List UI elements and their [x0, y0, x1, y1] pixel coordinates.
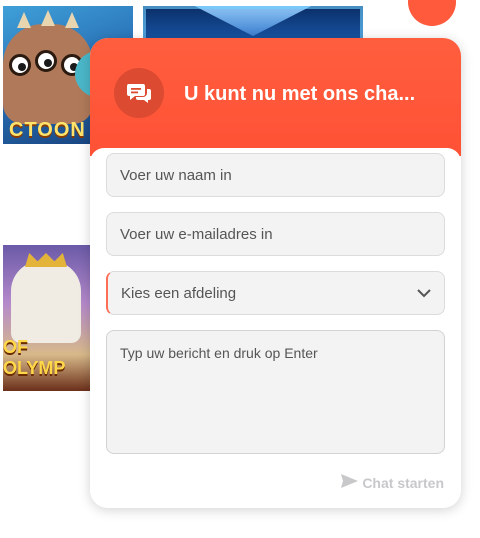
page: CTOON OF OLYMP U kunt nu met ons cha... — [0, 0, 480, 538]
chat-bubbles-icon — [114, 68, 164, 118]
send-icon — [341, 474, 359, 491]
game-tile-olympus[interactable]: OF OLYMP — [3, 245, 91, 391]
chat-form: Voer uw naam in Voer uw e-mailadres in K… — [90, 148, 461, 508]
name-input-placeholder: Voer uw naam in — [120, 166, 232, 184]
crown-illustration — [25, 253, 67, 267]
name-input[interactable]: Voer uw naam in — [106, 153, 445, 197]
start-chat-label: Chat starten — [362, 474, 444, 491]
start-chat-button[interactable]: Chat starten — [341, 474, 444, 491]
chat-widget: U kunt nu met ons cha... Voer uw naam in… — [90, 38, 461, 508]
department-select[interactable]: Kies een afdeling — [106, 271, 445, 315]
chevron-down-icon — [417, 286, 431, 300]
department-select-placeholder: Kies een afdeling — [121, 284, 237, 302]
message-textarea-placeholder: Typ uw bericht en druk op Enter — [120, 345, 318, 361]
chat-header-title: U kunt nu met ons cha... — [184, 83, 416, 105]
chat-launcher-button[interactable] — [408, 0, 456, 26]
message-textarea[interactable]: Typ uw bericht en druk op Enter — [106, 330, 445, 454]
email-input-placeholder: Voer uw e-mailadres in — [120, 225, 273, 243]
email-input[interactable]: Voer uw e-mailadres in — [106, 212, 445, 256]
zeus-illustration — [11, 261, 81, 343]
game-logo-text: OF OLYMP — [3, 337, 66, 378]
game-logo-text: CTOON — [9, 119, 86, 141]
chat-header: U kunt nu met ons cha... — [90, 38, 461, 156]
